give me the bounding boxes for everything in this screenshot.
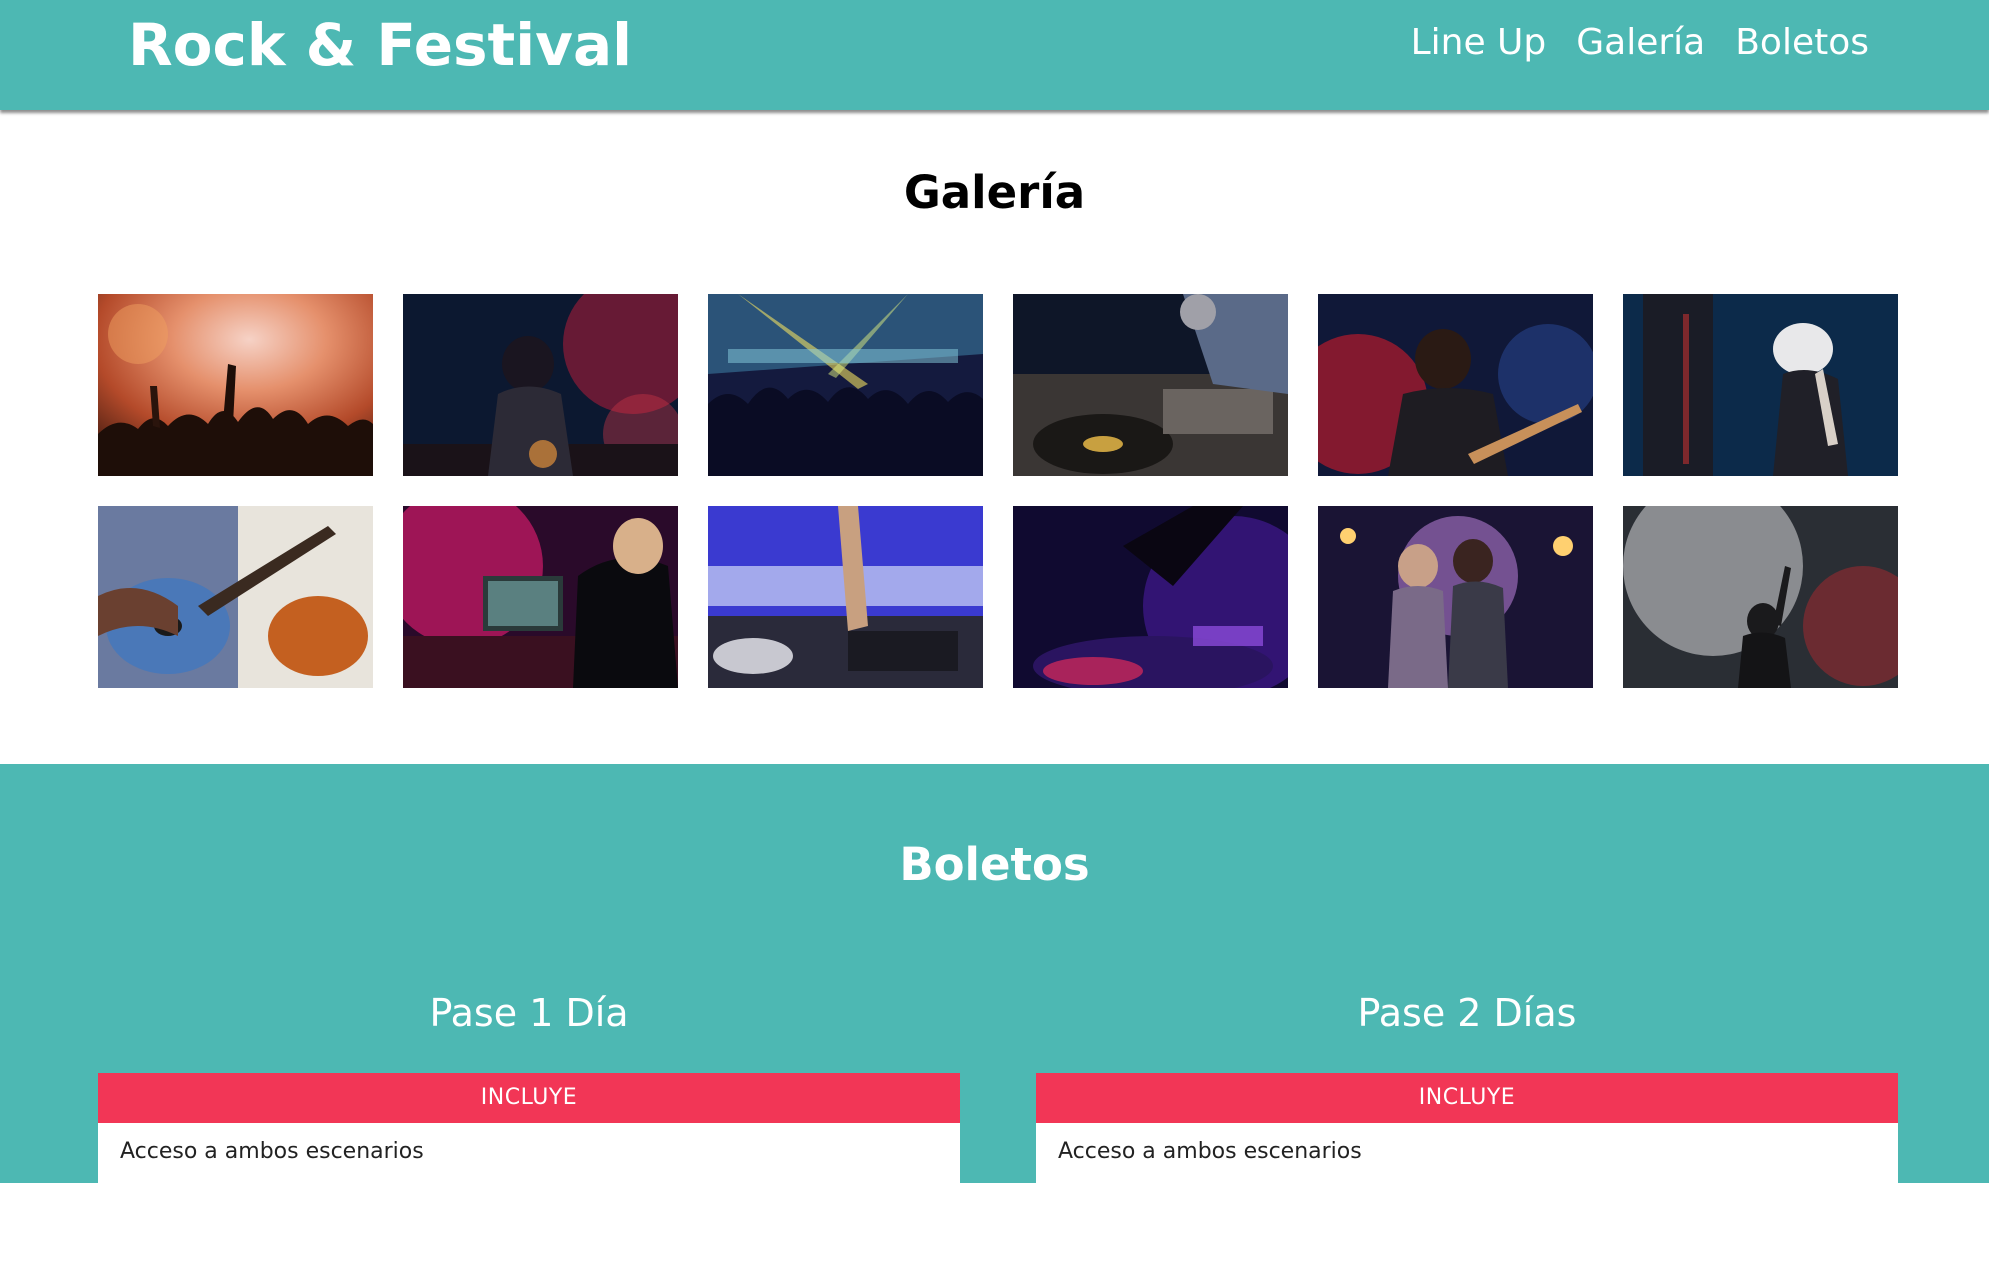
- card-header: INCLUYE: [98, 1073, 960, 1123]
- pass-title: Pase 2 Días: [1357, 991, 1577, 1035]
- dj-mixer-blue-photo[interactable]: [708, 506, 983, 688]
- card-header: INCLUYE: [1036, 1073, 1898, 1123]
- gallery-title: Galería: [903, 166, 1086, 219]
- singer-smoke-photo[interactable]: [1623, 506, 1898, 688]
- dj-laptop-pink-photo[interactable]: [403, 506, 678, 688]
- site-header: Rock & Festival Line Up Galería Boletos: [0, 0, 1989, 110]
- gallery-grid: [98, 294, 1898, 688]
- dj-headphones-cap-photo[interactable]: [1623, 294, 1898, 476]
- card-item: Acceso a ambos escenarios: [1058, 1139, 1362, 1164]
- pass-card: INCLUYE Acceso a ambos escenarios: [98, 1073, 960, 1273]
- boletos-title: Boletos: [899, 838, 1090, 891]
- nav-link-galeria[interactable]: Galería: [1576, 20, 1705, 66]
- singer-red-stage-photo[interactable]: [403, 294, 678, 476]
- site-logo[interactable]: Rock & Festival: [128, 10, 632, 80]
- dj-controller-purple-photo[interactable]: [1013, 506, 1288, 688]
- dj-turntables-photo[interactable]: [1013, 294, 1288, 476]
- nav-link-line-up[interactable]: Line Up: [1411, 20, 1547, 66]
- pass-title: Pase 1 Día: [429, 991, 629, 1035]
- club-crowd-lights-photo[interactable]: [708, 294, 983, 476]
- nav-link-boletos[interactable]: Boletos: [1735, 20, 1869, 66]
- boletos-section: Boletos Pase 1 Día INCLUYE Acceso a ambo…: [0, 764, 1989, 1273]
- band-duo-stage-photo[interactable]: [1318, 506, 1593, 688]
- card-item: Acceso a ambos escenarios: [120, 1139, 424, 1164]
- crowd-orange-stage-photo[interactable]: [98, 294, 373, 476]
- pass-card: INCLUYE Acceso a ambos escenarios: [1036, 1073, 1898, 1273]
- guitars-closeup-photo[interactable]: [98, 506, 373, 688]
- main-nav: Line Up Galería Boletos: [1411, 20, 1869, 66]
- guitarist-red-light-photo[interactable]: [1318, 294, 1593, 476]
